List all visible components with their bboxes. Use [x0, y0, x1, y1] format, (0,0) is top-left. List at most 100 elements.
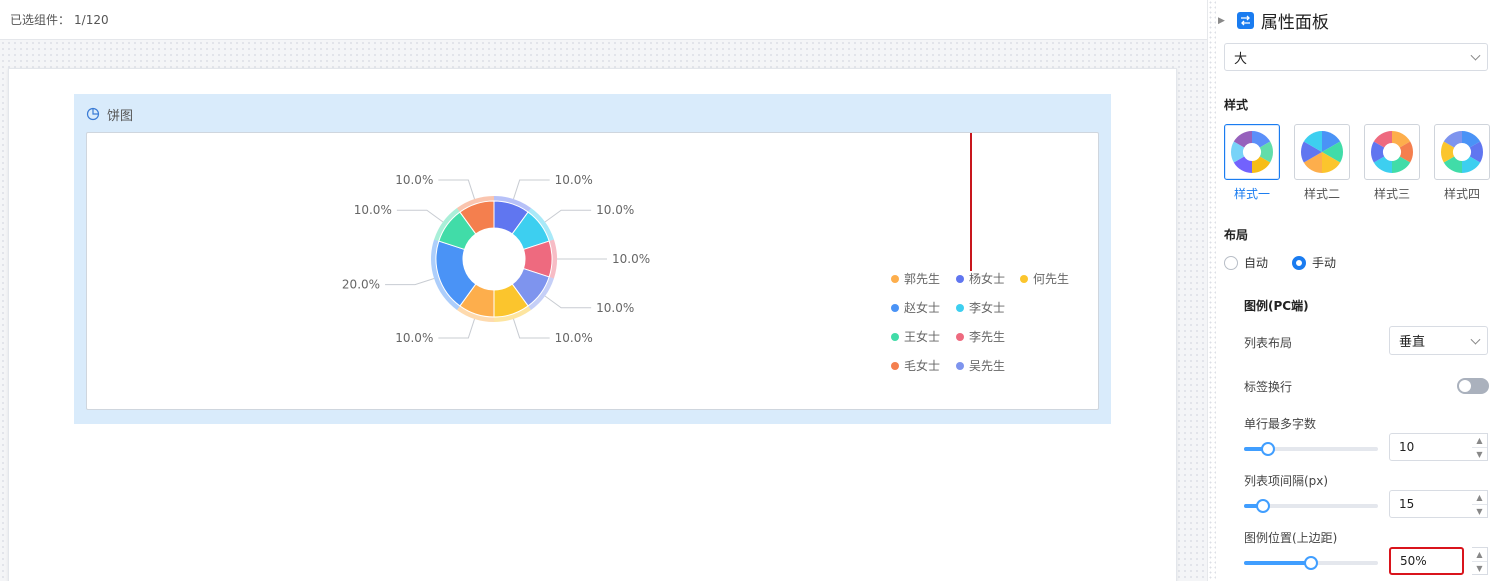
- top-bar: 已选组件： 1/120: [0, 0, 1207, 40]
- legend-top-stepper[interactable]: ▲ ▼: [1472, 547, 1488, 575]
- step-up-icon[interactable]: ▲: [1472, 548, 1487, 561]
- radio-auto-label[interactable]: 自动: [1244, 254, 1268, 271]
- style-label[interactable]: 样式一: [1224, 185, 1280, 202]
- legend-top-input[interactable]: 50%: [1389, 547, 1464, 575]
- style-label[interactable]: 样式四: [1434, 185, 1490, 202]
- style-thumbnail-icon[interactable]: [1434, 124, 1490, 180]
- radio-auto[interactable]: [1224, 255, 1238, 270]
- legend-item-2-0: 王女士: [904, 329, 940, 344]
- label-leader-8: [438, 179, 476, 200]
- legend-top-slider[interactable]: [1244, 556, 1378, 570]
- label-leader-7: [396, 209, 444, 223]
- step-down-icon[interactable]: ▼: [1472, 447, 1487, 460]
- slider-handle[interactable]: [1304, 556, 1318, 570]
- selected-components-label: 已选组件：: [10, 13, 71, 27]
- chevron-down-icon: [1470, 50, 1481, 61]
- step-up-icon[interactable]: ▲: [1472, 491, 1487, 504]
- legend-section-title: 图例(PC端): [1244, 299, 1309, 313]
- legend-marker-3-1: [956, 362, 964, 370]
- style-label[interactable]: 样式三: [1364, 185, 1420, 202]
- legend-item-1-0: 赵女士: [904, 300, 940, 315]
- max-chars-slider[interactable]: [1244, 442, 1378, 456]
- style-thumbnail-icon[interactable]: [1224, 124, 1280, 180]
- pie-chart-widget[interactable]: 饼图 10.0% 10.0% 10.0% 10.0% 10.0% 10.0% 20.0% 10…: [74, 94, 1111, 424]
- label-wrap-toggle[interactable]: [1457, 378, 1489, 394]
- data-label-3: 10.0%: [596, 301, 634, 315]
- max-chars-stepper[interactable]: ▲ ▼: [1472, 433, 1488, 461]
- data-label-8: 10.0%: [395, 173, 433, 187]
- style-thumbnail-icon[interactable]: [1294, 124, 1350, 180]
- step-down-icon[interactable]: ▼: [1472, 561, 1487, 574]
- pie-chart: 10.0% 10.0% 10.0% 10.0% 10.0% 10.0% 20.0% 10.0%…: [342, 133, 1069, 373]
- style-option-4[interactable]: 样式四: [1434, 124, 1490, 202]
- radio-manual[interactable]: [1292, 255, 1307, 270]
- list-layout-label: 列表布局: [1244, 336, 1293, 350]
- chevron-down-icon: [1470, 334, 1481, 345]
- label-leader-6: [385, 277, 435, 286]
- label-leader-1: [544, 209, 592, 223]
- data-label-4: 10.0%: [555, 331, 593, 345]
- legend-marker-1-0: [891, 304, 899, 312]
- slider-handle[interactable]: [1255, 499, 1270, 513]
- list-layout-value: 垂直: [1399, 335, 1426, 350]
- max-chars-label: 单行最多字数: [1244, 417, 1317, 431]
- label-leader-0: [512, 179, 550, 200]
- item-gap-label: 列表项间隔(px): [1244, 474, 1329, 488]
- radio-manual-label[interactable]: 手动: [1312, 254, 1336, 271]
- panel-title: 属性面板: [1260, 13, 1329, 33]
- collapse-caret-icon[interactable]: ▶: [1218, 16, 1225, 26]
- style-thumbnail-icon[interactable]: [1364, 124, 1420, 180]
- label-wrap-label: 标签换行: [1244, 380, 1293, 394]
- property-panel-icon: [1236, 12, 1254, 29]
- slider-handle[interactable]: [1261, 442, 1276, 456]
- label-leader-5: [438, 318, 476, 339]
- pie-chart-icon: [86, 107, 100, 121]
- panel-header: ▶ 属性面板: [1218, 8, 1329, 33]
- style-label[interactable]: 样式二: [1294, 185, 1350, 202]
- legend-item-1-1: 李女士: [969, 300, 1005, 315]
- legend-marker-3-0: [891, 362, 899, 370]
- style-option-1[interactable]: 样式一: [1224, 124, 1280, 202]
- legend-item-0-1: 杨女士: [969, 271, 1005, 286]
- label-leader-3: [544, 295, 592, 309]
- legend-item-3-0: 毛女士: [904, 358, 940, 373]
- legend-item-0-2: 何先生: [1033, 272, 1069, 286]
- data-label-1: 10.0%: [596, 203, 634, 217]
- legend-marker-0-1: [956, 275, 964, 283]
- widget-header: 饼图: [86, 106, 134, 124]
- step-up-icon[interactable]: ▲: [1472, 434, 1487, 447]
- data-label-6: 20.0%: [342, 278, 380, 292]
- style-option-2[interactable]: 样式二: [1294, 124, 1350, 202]
- label-leader-4: [512, 318, 550, 339]
- canvas-page: 饼图 10.0% 10.0% 10.0% 10.0% 10.0% 10.0% 20.0% 10…: [8, 68, 1177, 581]
- step-down-icon[interactable]: ▼: [1472, 504, 1487, 517]
- legend-item-2-1: 李先生: [969, 329, 1005, 344]
- legend-top-value: 50%: [1400, 554, 1427, 568]
- panel-resize-strip[interactable]: [1208, 0, 1216, 581]
- layout-section-title: 布局: [1224, 228, 1249, 242]
- style-section-title: 样式: [1224, 98, 1249, 112]
- item-gap-stepper[interactable]: ▲ ▼: [1472, 490, 1488, 518]
- item-gap-slider[interactable]: [1244, 499, 1378, 513]
- chart-container: 10.0% 10.0% 10.0% 10.0% 10.0% 10.0% 20.0% 10.0%…: [86, 132, 1099, 410]
- data-label-0: 10.0%: [555, 173, 593, 187]
- legend-marker-2-1: [956, 333, 964, 341]
- style-option-3[interactable]: 样式三: [1364, 124, 1420, 202]
- legend-marker-1-1: [956, 304, 964, 312]
- layout-radio-group: 自动 手动: [1224, 254, 1336, 271]
- data-label-2: 10.0%: [612, 252, 650, 266]
- size-select[interactable]: 大: [1224, 43, 1488, 71]
- selected-components-count: 1/120: [74, 12, 109, 27]
- legend-item-0-0: 郭先生: [904, 272, 940, 286]
- legend-item-3-1: 吴先生: [969, 359, 1005, 373]
- style-options: 样式一 样式二 样式三 样式四: [1224, 124, 1490, 202]
- widget-title: 饼图: [107, 108, 134, 124]
- item-gap-value: 15: [1399, 497, 1415, 511]
- legend-marker-0-2: [1020, 275, 1028, 283]
- property-panel: ▶ 属性面板 大 样式 样式一 样式二 样式三 样式四 布局 自动 手动 图例(PC端…: [1207, 0, 1500, 581]
- data-label-7: 10.0%: [354, 203, 392, 217]
- list-layout-select[interactable]: 垂直: [1389, 326, 1488, 355]
- design-canvas[interactable]: 饼图 10.0% 10.0% 10.0% 10.0% 10.0% 10.0% 20.0% 10…: [0, 40, 1207, 581]
- legend-marker-0-0: [891, 275, 899, 283]
- data-label-5: 10.0%: [395, 331, 433, 345]
